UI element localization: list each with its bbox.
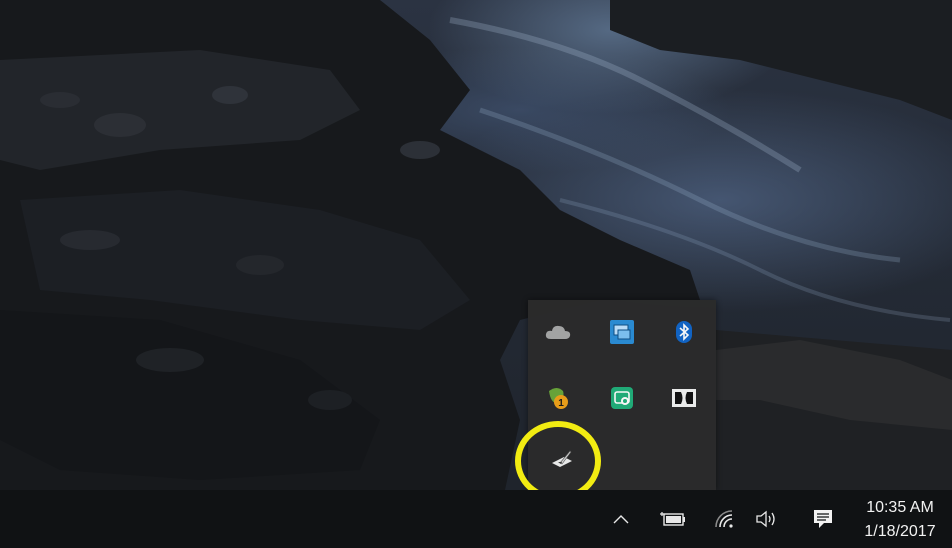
desktop-wallpaper	[0, 0, 952, 490]
chevron-up-icon[interactable]	[602, 490, 640, 548]
pen-tablet-icon[interactable]	[546, 444, 578, 476]
app-green-icon[interactable]	[606, 382, 638, 414]
taskbar	[0, 490, 952, 548]
onedrive-cloud-icon[interactable]	[542, 316, 574, 348]
notification-area-overflow-flyout: 1	[528, 300, 716, 490]
bluetooth-icon[interactable]	[668, 316, 700, 348]
wallpaper-rocks	[0, 0, 952, 490]
clock-date: 1/18/2017	[864, 523, 936, 540]
app-badge-icon[interactable]: 1	[542, 382, 574, 414]
battery-icon[interactable]	[654, 490, 692, 548]
dolby-icon[interactable]	[668, 382, 700, 414]
speaker-icon[interactable]	[748, 490, 786, 548]
system-clock[interactable]: 10:35 AM 1/18/2017	[850, 496, 950, 544]
wifi-icon[interactable]	[706, 490, 744, 548]
display-settings-icon[interactable]	[606, 316, 638, 348]
notification-icon[interactable]	[804, 490, 842, 548]
app-badge-count: 1	[558, 398, 564, 409]
clock-time: 10:35 AM	[866, 499, 934, 516]
